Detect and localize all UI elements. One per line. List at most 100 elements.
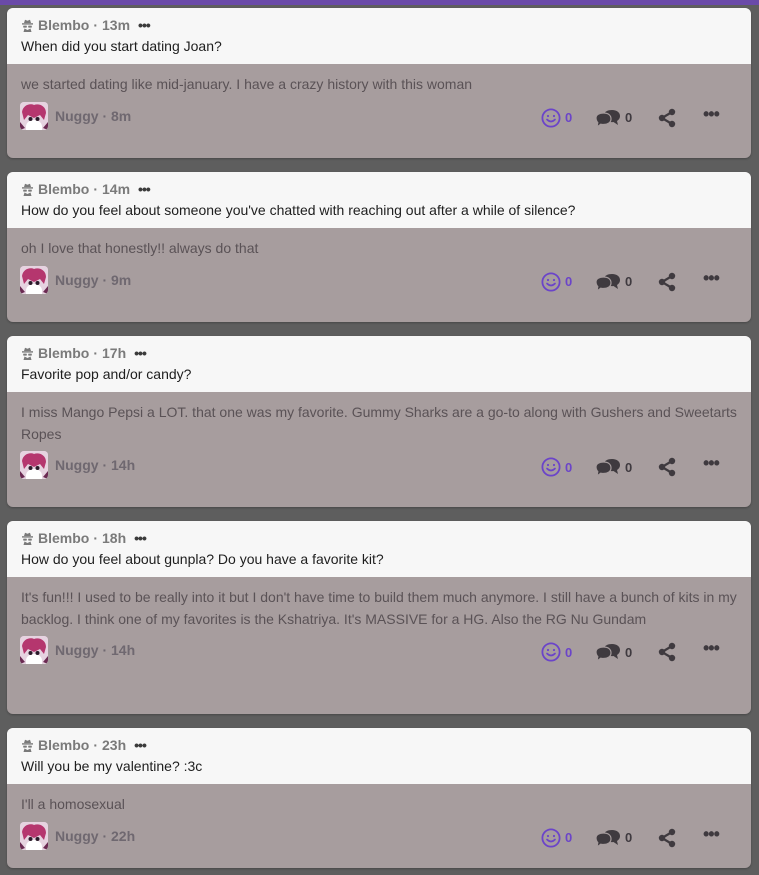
- more-dots-icon[interactable]: •••: [703, 453, 720, 474]
- avatar-image: [20, 101, 48, 130]
- smiley-face-icon: [541, 107, 561, 128]
- comment-button[interactable]: 0: [595, 828, 632, 848]
- avatar-image: [20, 265, 48, 294]
- answer-card: Blembo · 23h ••• Will you be my valentin…: [7, 728, 751, 868]
- answer-card: Blembo · 18h ••• How do you feel about g…: [7, 521, 751, 714]
- avatar[interactable]: [20, 451, 48, 479]
- anonymous-spy-icon: [22, 347, 33, 360]
- meta-separator: ·: [93, 17, 99, 33]
- answerer-name[interactable]: Nuggy: [55, 642, 99, 658]
- answerer-meta: Nuggy · 8m: [55, 108, 131, 124]
- more-dots-icon[interactable]: •••: [703, 268, 720, 289]
- share-button[interactable]: [657, 828, 677, 848]
- answered-time: 9m: [111, 271, 132, 288]
- meta-separator: ·: [93, 530, 99, 546]
- asked-time: 14m: [102, 181, 131, 197]
- question-text: How do you feel about someone you've cha…: [21, 202, 576, 218]
- answerer-name[interactable]: Nuggy: [55, 457, 99, 473]
- answered-time: 14h: [111, 642, 136, 658]
- answered-time: 8m: [111, 107, 132, 124]
- answer-footer: Nuggy · 22h 0 0 •••: [7, 816, 751, 860]
- answer-text: we started dating like mid-january. I ha…: [21, 76, 473, 92]
- answerer-name[interactable]: Nuggy: [55, 828, 99, 844]
- meta-separator: ·: [93, 181, 99, 197]
- answerer-name[interactable]: Nuggy: [55, 272, 99, 288]
- comment-button[interactable]: 0: [595, 457, 632, 477]
- comment-button[interactable]: 0: [595, 642, 632, 662]
- question-section: Blembo · 23h ••• Will you be my valentin…: [7, 728, 751, 784]
- question-more-icon[interactable]: •••: [138, 17, 151, 33]
- answerer-meta: Nuggy · 14h: [55, 642, 135, 658]
- question-more-icon[interactable]: •••: [134, 530, 147, 546]
- asker-name[interactable]: Blembo: [38, 181, 89, 197]
- meta-separator: ·: [102, 642, 108, 658]
- question-text: When did you start dating Joan?: [21, 38, 222, 54]
- answerer-meta: Nuggy · 9m: [55, 272, 131, 288]
- top-accent-bar: [0, 0, 759, 5]
- react-button[interactable]: 0: [541, 827, 573, 848]
- avatar[interactable]: [20, 265, 48, 294]
- meta-separator: ·: [93, 737, 99, 753]
- smiley-face-icon: [541, 827, 561, 848]
- react-button[interactable]: 0: [541, 457, 572, 477]
- answer-footer: Nuggy · 8m 0 0 •••: [7, 96, 751, 140]
- answered-time: 22h: [111, 827, 136, 844]
- asked-time: 23h: [102, 737, 127, 753]
- meta-separator: ·: [93, 345, 99, 361]
- more-dots-icon[interactable]: •••: [703, 824, 720, 845]
- answerer-meta: Nuggy · 22h: [55, 828, 135, 844]
- question-section: Blembo · 18h ••• How do you feel about g…: [7, 521, 751, 577]
- asker-name[interactable]: Blembo: [38, 737, 89, 753]
- meta-separator: ·: [102, 457, 108, 473]
- more-dots-icon[interactable]: •••: [703, 638, 720, 659]
- answer-footer: Nuggy · 14h 0 0 •••: [7, 445, 751, 489]
- share-icon: [658, 272, 676, 291]
- question-meta: Blembo · 23h •••: [21, 736, 147, 754]
- comment-button[interactable]: 0: [595, 272, 632, 292]
- answer-card: Blembo · 14m ••• How do you feel about s…: [7, 172, 751, 322]
- answerer-meta: Nuggy · 14h: [55, 457, 135, 473]
- comment-button[interactable]: 0: [595, 108, 632, 128]
- smiley-face-icon: [541, 457, 561, 477]
- share-button[interactable]: [657, 642, 677, 662]
- reaction-count: 0: [565, 830, 573, 845]
- anonymous-spy-icon: [22, 532, 33, 545]
- speech-bubbles-icon: [595, 459, 620, 477]
- more-dots-icon[interactable]: •••: [703, 104, 720, 125]
- reaction-count: 0: [565, 459, 573, 475]
- question-text: How do you feel about gunpla? Do you hav…: [21, 551, 384, 567]
- avatar-image: [20, 636, 48, 664]
- answer-text: oh I love that honestly!! always do that: [21, 240, 259, 256]
- answered-time: 14h: [111, 457, 136, 473]
- share-button[interactable]: [657, 272, 677, 292]
- answer-text: I'll a homosexual: [21, 796, 125, 812]
- avatar[interactable]: [20, 101, 48, 130]
- asker-name[interactable]: Blembo: [38, 345, 89, 361]
- answer-card: Blembo · 13m ••• When did you start dati…: [7, 8, 751, 158]
- question-more-icon[interactable]: •••: [138, 181, 151, 197]
- asked-time: 13m: [102, 17, 131, 33]
- speech-bubbles-icon: [595, 109, 620, 128]
- react-button[interactable]: 0: [541, 271, 572, 292]
- asker-name[interactable]: Blembo: [38, 17, 89, 33]
- avatar-image: [20, 451, 48, 479]
- answer-footer: Nuggy · 9m 0 0 •••: [7, 260, 751, 304]
- reaction-count: 0: [565, 110, 573, 125]
- react-button[interactable]: 0: [541, 642, 572, 662]
- avatar[interactable]: [20, 821, 48, 850]
- question-more-icon[interactable]: •••: [134, 345, 147, 361]
- share-button[interactable]: [657, 457, 677, 477]
- share-button[interactable]: [657, 108, 677, 128]
- react-button[interactable]: 0: [541, 107, 573, 128]
- asker-name[interactable]: Blembo: [38, 530, 89, 546]
- comment-count: 0: [625, 644, 633, 660]
- meta-separator: ·: [102, 271, 108, 288]
- answer-text: It's fun!!! I used to be really into it …: [21, 589, 737, 627]
- answerer-name[interactable]: Nuggy: [55, 108, 99, 124]
- comment-count: 0: [625, 459, 633, 475]
- question-section: Blembo · 17h ••• Favorite pop and/or can…: [7, 336, 751, 392]
- question-meta: Blembo · 13m •••: [21, 16, 151, 34]
- question-more-icon[interactable]: •••: [134, 737, 147, 753]
- share-icon: [658, 642, 676, 662]
- avatar[interactable]: [20, 636, 48, 664]
